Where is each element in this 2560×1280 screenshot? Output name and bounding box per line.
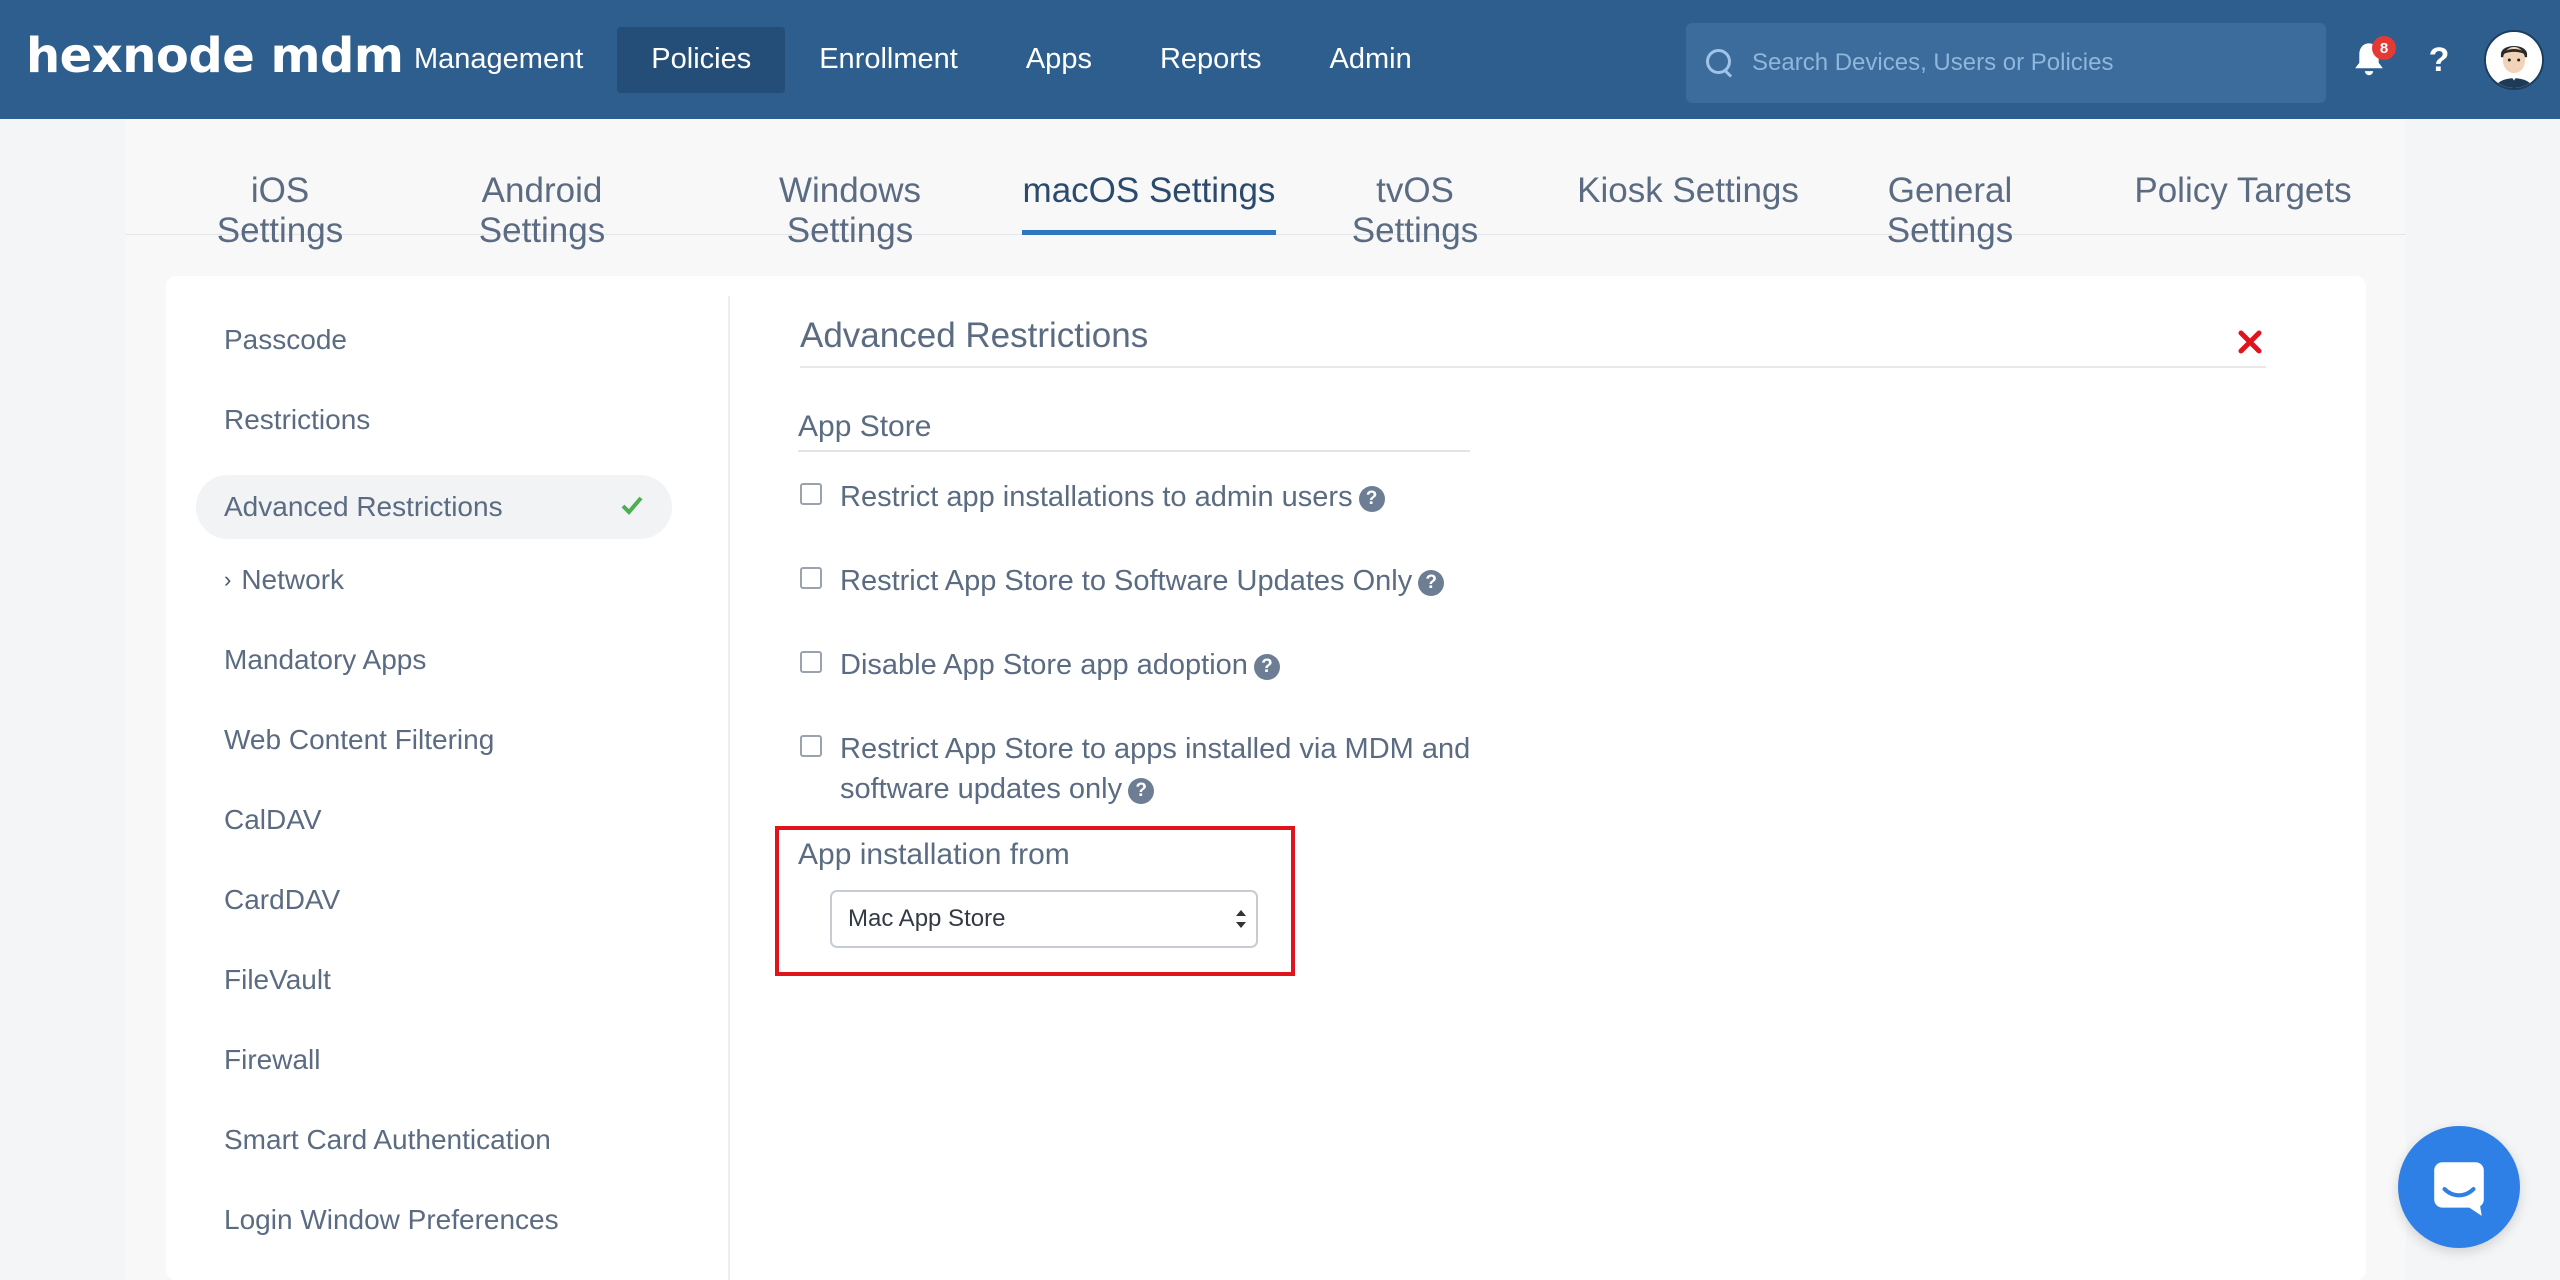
avatar-icon: [2486, 32, 2542, 88]
nav-apps[interactable]: Apps: [992, 27, 1126, 93]
help-question-icon[interactable]: ?: [1128, 778, 1155, 804]
checkmark-icon: [621, 496, 643, 515]
sidebar-item-restrictions[interactable]: Restrictions: [196, 388, 672, 452]
tab-ios-settings[interactable]: iOS Settings: [188, 171, 372, 250]
chevron-right-icon: ›: [224, 567, 232, 592]
option-label: Restrict app installations to admin user…: [840, 481, 1353, 513]
sidebar-item-advanced-restrictions[interactable]: Advanced Restrictions: [196, 475, 672, 539]
option-label: Restrict App Store to Software Updates O…: [840, 565, 1413, 597]
user-avatar[interactable]: [2484, 30, 2544, 90]
select-arrows-icon: [1236, 910, 1246, 928]
sidebar-item-network[interactable]: › Network: [196, 548, 672, 612]
nav-policies[interactable]: Policies: [617, 26, 786, 93]
sidebar-item-mandatory-apps[interactable]: Mandatory Apps: [196, 628, 672, 692]
sidebar-item-label: Advanced Restrictions: [224, 491, 503, 522]
main-nav: Management Policies Enrollment Apps Repo…: [380, 0, 1446, 119]
top-navigation-bar: hexnode mdm Management Policies Enrollme…: [0, 0, 2560, 119]
nav-management[interactable]: Management: [380, 27, 617, 93]
sidebar-item-label: Login Window Preferences: [224, 1204, 559, 1235]
option-software-updates-only: Restrict App Store to Software Updates O…: [800, 561, 1500, 605]
sidebar-item-label: CalDAV: [224, 804, 322, 835]
section-title: Advanced Restrictions: [800, 316, 2266, 368]
sidebar-item-label: FileVault: [224, 964, 331, 995]
sidebar-item-label: Passcode: [224, 324, 347, 355]
option-label-line1: Restrict App Store to apps installed via…: [840, 733, 1471, 765]
notification-count-badge: 8: [2372, 36, 2396, 60]
app-installation-label: App installation from: [798, 838, 1070, 871]
nav-admin[interactable]: Admin: [1296, 27, 1446, 93]
tab-windows-settings[interactable]: Windows Settings: [714, 171, 986, 250]
software-updates-only-checkbox[interactable]: [800, 567, 822, 589]
global-search: [1686, 23, 2326, 103]
help-question-icon[interactable]: ?: [1253, 654, 1280, 680]
chat-icon: [2434, 1162, 2484, 1216]
tab-android-settings[interactable]: Android Settings: [416, 171, 668, 250]
settings-tabs: iOS Settings Android Settings Windows Se…: [126, 119, 2406, 250]
sidebar-item-label: Smart Card Authentication: [224, 1124, 551, 1155]
disable-app-adoption-checkbox[interactable]: [800, 651, 822, 673]
app-store-group-title: App Store: [798, 410, 1470, 452]
sidebar-item-label: Network: [241, 564, 345, 595]
sidebar-item-smart-card-authentication[interactable]: Smart Card Authentication: [196, 1108, 672, 1172]
tab-macos-settings[interactable]: macOS Settings: [1022, 171, 1276, 235]
sidebar-item-caldav[interactable]: CalDAV: [196, 788, 672, 852]
settings-sidebar: Passcode Restrictions Advanced Restricti…: [166, 296, 730, 1280]
sidebar-item-label: Mandatory Apps: [224, 644, 427, 675]
help-question-icon[interactable]: ?: [1418, 570, 1445, 596]
sidebar-item-label: CardDAV: [224, 884, 341, 915]
help-question-icon[interactable]: ?: [1358, 486, 1385, 512]
tab-policy-targets[interactable]: Policy Targets: [2112, 171, 2374, 235]
option-disable-app-adoption: Disable App Store app adoption?: [800, 645, 1500, 689]
option-mdm-apps-only: Restrict App Store to apps installed via…: [800, 729, 1500, 813]
sidebar-item-label: Restrictions: [224, 404, 371, 435]
hexnode-logo[interactable]: hexnode mdm: [26, 28, 404, 84]
option-restrict-admin-installs: Restrict app installations to admin user…: [800, 477, 1500, 521]
search-icon: [1704, 47, 1736, 79]
app-installation-select[interactable]: Mac App Store: [830, 890, 1258, 948]
sidebar-item-label: Firewall: [224, 1044, 321, 1075]
sidebar-item-passcode[interactable]: Passcode: [196, 308, 672, 372]
chat-launcher-button[interactable]: [2398, 1126, 2520, 1248]
tab-tvos-settings[interactable]: tvOS Settings: [1312, 171, 1518, 250]
option-label-line2: software updates only: [840, 773, 1123, 805]
app-installation-selected-value: Mac App Store: [848, 905, 1006, 932]
sidebar-item-login-window-preferences[interactable]: Login Window Preferences: [196, 1188, 672, 1252]
sidebar-item-carddav[interactable]: CardDAV: [196, 868, 672, 932]
nav-reports[interactable]: Reports: [1126, 27, 1296, 93]
mdm-apps-only-checkbox[interactable]: [800, 735, 822, 757]
help-icon[interactable]: ?: [2424, 38, 2454, 82]
remove-section-icon[interactable]: [2236, 328, 2264, 356]
tab-general-settings[interactable]: General Settings: [1822, 171, 2078, 250]
tab-kiosk-settings[interactable]: Kiosk Settings: [1558, 171, 1818, 235]
sidebar-item-filevault[interactable]: FileVault: [196, 948, 672, 1012]
sidebar-item-label: Web Content Filtering: [224, 724, 495, 755]
search-input[interactable]: [1752, 49, 2312, 77]
sidebar-item-firewall[interactable]: Firewall: [196, 1028, 672, 1092]
option-label: Disable App Store app adoption: [840, 649, 1248, 681]
restrict-admin-installs-checkbox[interactable]: [800, 483, 822, 505]
nav-enrollment[interactable]: Enrollment: [785, 27, 992, 93]
sidebar-item-web-content-filtering[interactable]: Web Content Filtering: [196, 708, 672, 772]
